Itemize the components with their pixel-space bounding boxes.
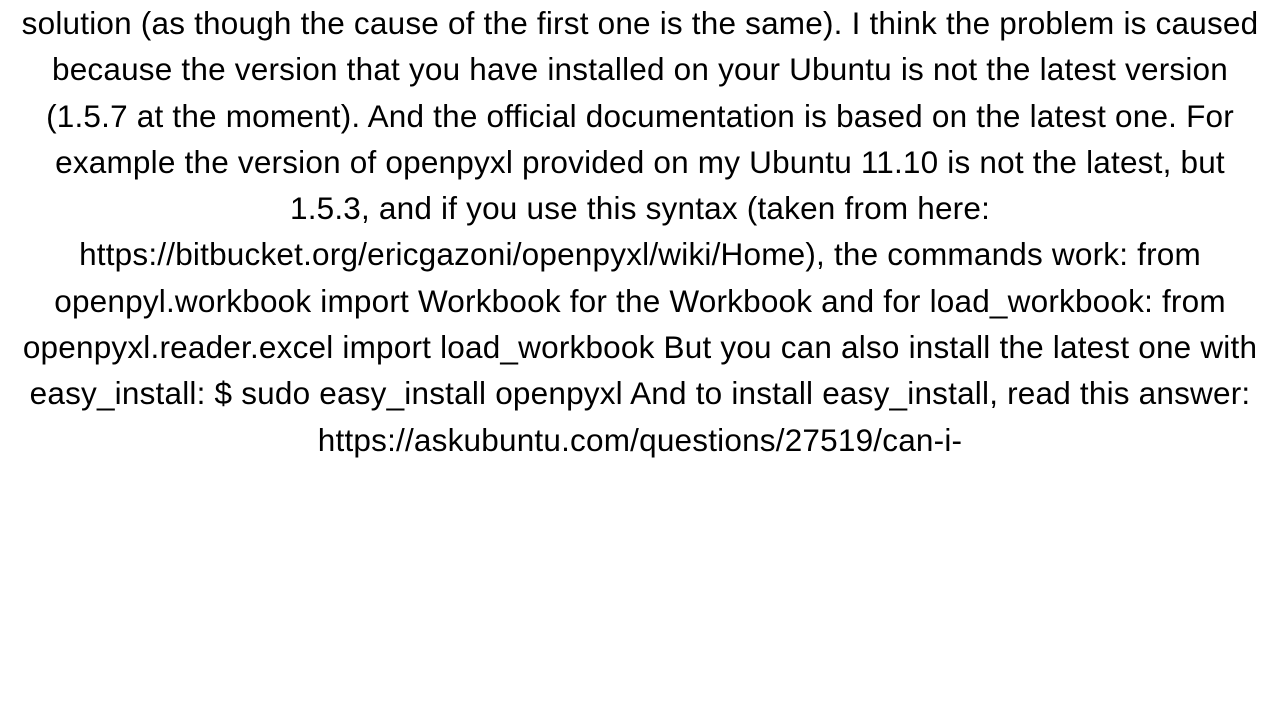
document-body: solution (as though the cause of the fir… [0, 0, 1280, 463]
paragraph-text: solution (as though the cause of the fir… [22, 5, 1259, 458]
